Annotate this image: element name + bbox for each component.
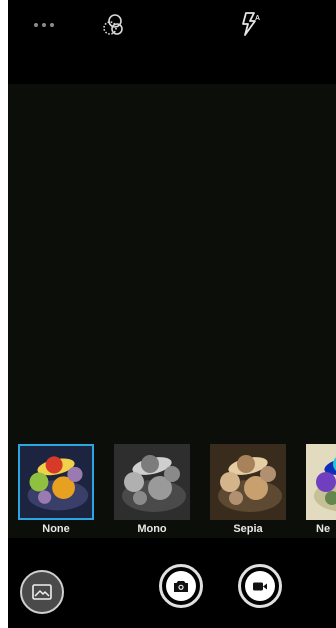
filter-effects-icon[interactable] [100,12,128,38]
fruit-bowl-image [306,444,336,520]
video-record-icon [245,571,275,601]
filter-item-mono[interactable]: Mono [114,444,190,536]
filter-item-negative[interactable]: Ne [306,444,336,536]
video-record-button[interactable] [238,564,282,608]
camera-screen: A None Mono Sepia Ne [8,0,336,628]
filter-label: Ne [316,523,331,535]
filter-label: None [42,523,70,535]
gallery-button[interactable] [20,570,64,614]
bottom-toolbar [8,538,336,628]
filter-label: Mono [137,523,167,535]
svg-text:A: A [255,15,260,22]
filter-label: Sepia [233,523,263,535]
filter-thumbnail-none [18,444,94,520]
gallery-icon [32,584,52,600]
top-toolbar: A [8,0,336,84]
fruit-bowl-image [114,444,190,520]
camera-shutter-icon [166,571,196,601]
filter-thumbnail-sepia [210,444,286,520]
filter-strip: None Mono Sepia Ne [8,438,336,538]
camera-shutter-button[interactable] [159,564,203,608]
filter-thumbnail-negative [306,444,336,520]
filter-item-none[interactable]: None [18,444,94,536]
fruit-bowl-image [210,444,286,520]
more-options-icon[interactable] [30,14,58,36]
filter-thumbnail-mono [114,444,190,520]
fruit-bowl-image [20,446,92,518]
filter-item-sepia[interactable]: Sepia [210,444,286,536]
flash-auto-icon[interactable]: A [236,10,264,38]
